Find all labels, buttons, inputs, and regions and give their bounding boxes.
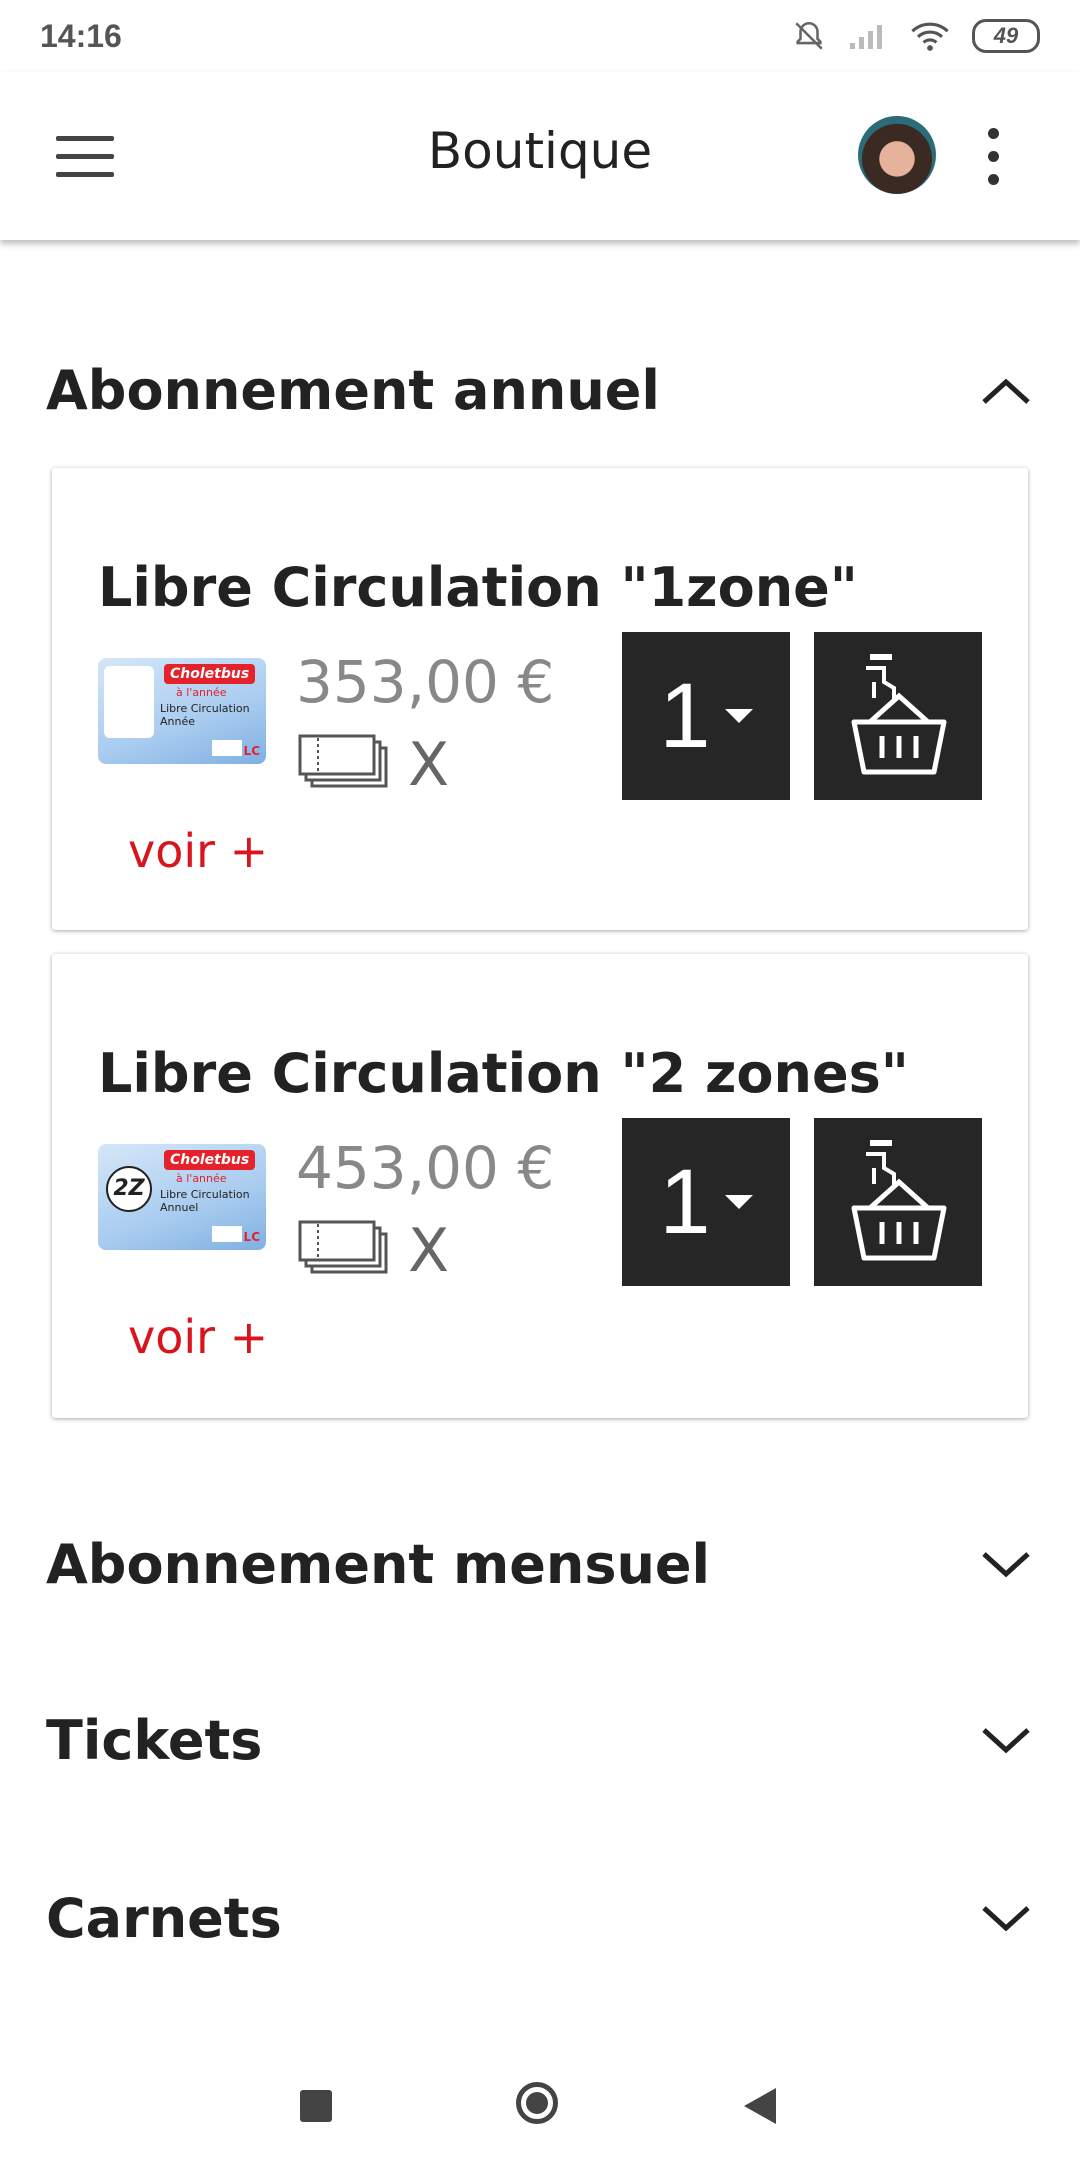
section-header-abonnement-mensuel[interactable]: Abonnement mensuel [46, 1524, 1036, 1604]
app-bar: Boutique [0, 72, 1080, 240]
caret-down-icon [724, 709, 753, 723]
product-card: Libre Circulation "2 zones" 2Z Choletbus… [52, 954, 1028, 1418]
signal-icon [850, 25, 882, 49]
section-label: Carnets [46, 1886, 282, 1950]
see-more-link[interactable]: voir + [128, 1310, 268, 1364]
tickets-icon [298, 734, 388, 788]
section-header-abonnement-annuel[interactable]: Abonnement annuel [46, 350, 1036, 430]
avatar[interactable] [858, 116, 936, 194]
basket-icon [851, 654, 947, 775]
thumbnail-box [212, 1226, 242, 1242]
chevron-down-icon [982, 1728, 1030, 1754]
system-nav-bar [0, 2050, 1080, 2160]
basket-icon [851, 1140, 947, 1261]
section-label: Abonnement mensuel [46, 1532, 711, 1596]
status-icons: 49 [792, 19, 1040, 53]
wifi-icon [911, 22, 949, 51]
back-icon[interactable] [744, 2088, 776, 2124]
see-more-link[interactable]: voir + [128, 824, 268, 878]
quantity-select[interactable]: 1 [622, 632, 790, 800]
tickets-icon [298, 1220, 388, 1274]
section-header-carnets[interactable]: Carnets [46, 1878, 1036, 1958]
thumbnail-box [212, 740, 242, 756]
add-to-basket-button[interactable] [814, 1118, 982, 1286]
thumbnail-badge: LC [243, 744, 260, 758]
product-card: Libre Circulation "1zone" Choletbus à l'… [52, 468, 1028, 930]
quantity-value: 1 [659, 664, 711, 767]
product-name: Libre Circulation "1zone" [98, 556, 858, 619]
recents-icon[interactable] [300, 2090, 332, 2122]
thumbnail-text: Libre Circulation Annuel [160, 1188, 250, 1214]
section-label: Abonnement annuel [46, 358, 660, 422]
thumbnail-brand: Choletbus [164, 664, 256, 684]
product-price: 453,00 € [296, 1134, 555, 1202]
ticket-multiplier: X [408, 1216, 450, 1286]
add-to-basket-button[interactable] [814, 632, 982, 800]
chevron-down-icon [982, 1906, 1030, 1932]
product-thumbnail[interactable]: Choletbus à l'année Libre Circulation An… [98, 658, 266, 764]
battery-indicator: 49 [972, 19, 1040, 53]
status-bar: 14:16 49 [0, 0, 1080, 72]
thumbnail-brand: Choletbus [164, 1150, 256, 1170]
product-thumbnail[interactable]: 2Z Choletbus à l'année Libre Circulation… [98, 1144, 266, 1250]
product-price: 353,00 € [296, 648, 555, 716]
caret-down-icon [724, 1195, 753, 1209]
section-header-tickets[interactable]: Tickets [46, 1700, 1036, 1780]
home-icon[interactable] [516, 2082, 558, 2124]
thumbnail-photo-area [104, 666, 154, 738]
product-name: Libre Circulation "2 zones" [98, 1042, 909, 1105]
section-label: Tickets [46, 1708, 263, 1772]
status-time: 14:16 [40, 17, 122, 54]
quantity-value: 1 [659, 1150, 711, 1253]
chevron-up-icon [982, 378, 1030, 404]
thumbnail-subtitle: à l'année [176, 1172, 227, 1185]
bell-muted-icon [795, 21, 823, 50]
thumbnail-zone-badge: 2Z [106, 1166, 152, 1212]
thumbnail-subtitle: à l'année [176, 686, 227, 699]
quantity-select[interactable]: 1 [622, 1118, 790, 1286]
thumbnail-text: Libre Circulation Année [160, 702, 250, 728]
chevron-down-icon [982, 1552, 1030, 1578]
thumbnail-badge: LC [243, 1230, 260, 1244]
more-options-icon[interactable] [988, 128, 1000, 197]
ticket-multiplier: X [408, 730, 450, 800]
